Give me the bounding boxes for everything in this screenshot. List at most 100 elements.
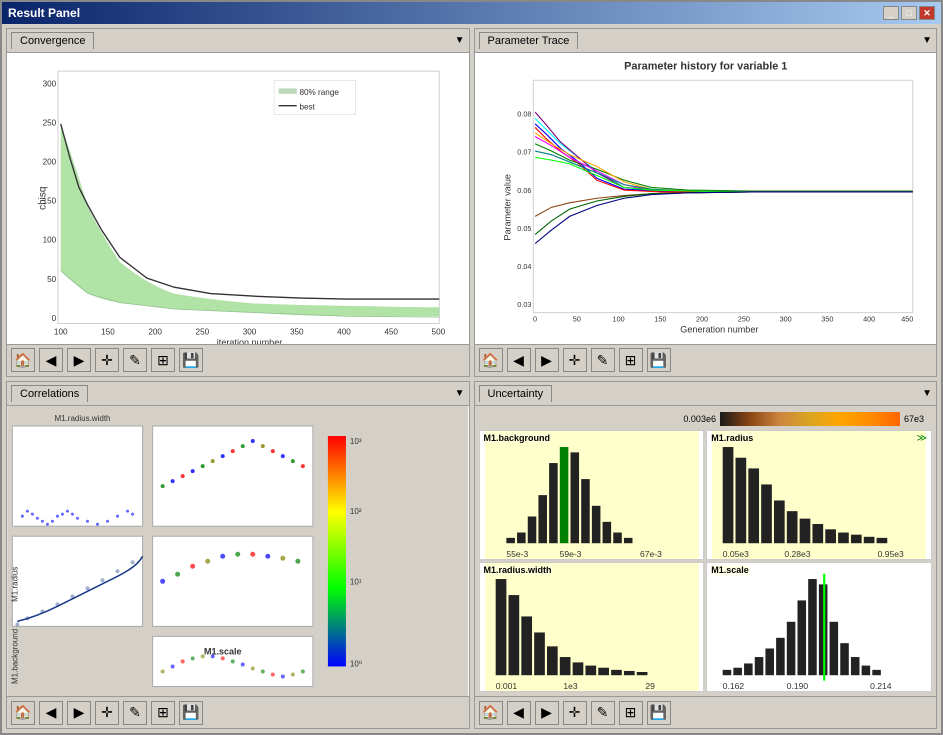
svg-text:0.162: 0.162 — [723, 681, 745, 691]
svg-text:350: 350 — [290, 327, 304, 336]
convergence-toolbar: 🏠 ◀ ▶ ✛ ✎ ⊞ 💾 — [7, 344, 469, 376]
hist-m1-scale-svg: 0.162 0.190 0.214 — [707, 563, 931, 691]
parameter-trace-panel: Parameter Trace ▼ Parameter history for … — [474, 28, 938, 377]
result-panel-window: Result Panel _ □ ✕ Convergence ▼ chisq — [0, 0, 943, 735]
svg-text:10¹: 10¹ — [350, 577, 362, 586]
parameter-trace-forward-button[interactable]: ▶ — [535, 348, 559, 372]
convergence-copy-button[interactable]: ⊞ — [151, 348, 175, 372]
colorbar-min-label: 0.003e6 — [683, 414, 716, 424]
convergence-forward-button[interactable]: ▶ — [67, 348, 91, 372]
svg-text:0.04: 0.04 — [517, 262, 531, 271]
svg-text:M1.radius: M1.radius — [10, 566, 19, 601]
svg-text:200: 200 — [43, 158, 57, 167]
uncertainty-panel-header: Uncertainty ▼ — [475, 382, 937, 406]
correlations-home-button[interactable]: 🏠 — [11, 701, 35, 725]
convergence-move-button[interactable]: ✛ — [95, 348, 119, 372]
close-button[interactable]: ✕ — [919, 6, 935, 20]
convergence-back-button[interactable]: ◀ — [39, 348, 63, 372]
uncertainty-copy-button[interactable]: ⊞ — [619, 701, 643, 725]
correlations-save-button[interactable]: 💾 — [179, 701, 203, 725]
hist-m1-background-svg: 55e-3 59e-3 67e-3 — [480, 431, 704, 559]
colorbar — [720, 412, 900, 426]
svg-text:0.95e3: 0.95e3 — [878, 549, 904, 559]
parameter-trace-copy-button[interactable]: ⊞ — [619, 348, 643, 372]
svg-text:300: 300 — [779, 315, 791, 324]
svg-text:100: 100 — [612, 315, 624, 324]
correlations-copy-button[interactable]: ⊞ — [151, 701, 175, 725]
svg-text:Parameter value: Parameter value — [502, 174, 512, 241]
uncertainty-tab[interactable]: Uncertainty — [479, 385, 553, 402]
parameter-trace-save-button[interactable]: 💾 — [647, 348, 671, 372]
svg-text:67e-3: 67e-3 — [639, 549, 661, 559]
svg-text:0: 0 — [533, 315, 537, 324]
hist-m1-scale-label: M1.scale — [711, 565, 749, 575]
maximize-button[interactable]: □ — [901, 6, 917, 20]
correlations-edit-button[interactable]: ✎ — [123, 701, 147, 725]
parameter-trace-dropdown-arrow[interactable]: ▼ — [922, 35, 932, 46]
svg-text:450: 450 — [384, 327, 398, 336]
window-controls: _ □ ✕ — [883, 6, 935, 20]
svg-text:M1.radius.width: M1.radius.width — [54, 414, 110, 423]
svg-text:0.03: 0.03 — [517, 300, 531, 309]
svg-text:1e3: 1e3 — [563, 681, 578, 691]
histogram-m1-radius-width: M1.radius.width — [479, 562, 705, 692]
correlations-dropdown-arrow[interactable]: ▼ — [455, 388, 465, 399]
parameter-trace-toolbar: 🏠 ◀ ▶ ✛ ✎ ⊞ 💾 — [475, 344, 937, 376]
correlations-back-button[interactable]: ◀ — [39, 701, 63, 725]
correlations-forward-button[interactable]: ▶ — [67, 701, 91, 725]
uncertainty-move-button[interactable]: ✛ — [563, 701, 587, 725]
svg-text:0.28e3: 0.28e3 — [785, 549, 811, 559]
convergence-tab[interactable]: Convergence — [11, 32, 94, 49]
uncertainty-home-button[interactable]: 🏠 — [479, 701, 503, 725]
hist-m1-radius-label: M1.radius — [711, 433, 753, 443]
svg-text:300: 300 — [243, 327, 257, 336]
uncertainty-forward-button[interactable]: ▶ — [535, 701, 559, 725]
uncertainty-save-button[interactable]: 💾 — [647, 701, 671, 725]
uncertainty-toolbar: 🏠 ◀ ▶ ✛ ✎ ⊞ 💾 — [475, 696, 937, 728]
svg-text:M1.background: M1.background — [10, 628, 19, 683]
parameter-trace-back-button[interactable]: ◀ — [507, 348, 531, 372]
svg-text:iteration number: iteration number — [217, 337, 282, 343]
svg-text:0.214: 0.214 — [870, 681, 892, 691]
colorbar-max-label: 67e3 — [904, 414, 924, 424]
hist-m1-radius-width-label: M1.radius.width — [484, 565, 552, 575]
svg-text:10²: 10² — [350, 507, 362, 516]
convergence-dropdown-arrow[interactable]: ▼ — [455, 35, 465, 46]
svg-text:400: 400 — [337, 327, 351, 336]
parameter-trace-tab[interactable]: Parameter Trace — [479, 32, 579, 49]
parameter-trace-move-button[interactable]: ✛ — [563, 348, 587, 372]
svg-text:M1.scale: M1.scale — [204, 646, 242, 656]
histogram-m1-scale: M1.scale — [706, 562, 932, 692]
svg-text:55e-3: 55e-3 — [506, 549, 528, 559]
svg-text:100: 100 — [54, 327, 68, 336]
parameter-trace-home-button[interactable]: 🏠 — [479, 348, 503, 372]
svg-text:0: 0 — [52, 314, 57, 323]
svg-text:50: 50 — [47, 275, 57, 284]
svg-text:80% range: 80% range — [299, 88, 339, 97]
uncertainty-panel: Uncertainty ▼ 0.003e6 67e3 M1.backgroun — [474, 381, 938, 730]
svg-text:0.001: 0.001 — [495, 681, 517, 691]
svg-text:300: 300 — [43, 80, 57, 89]
parameter-trace-edit-button[interactable]: ✎ — [591, 348, 615, 372]
svg-text:Generation number: Generation number — [680, 325, 758, 335]
convergence-home-button[interactable]: 🏠 — [11, 348, 35, 372]
svg-text:500: 500 — [432, 327, 446, 336]
window-title: Result Panel — [8, 6, 80, 20]
uncertainty-back-button[interactable]: ◀ — [507, 701, 531, 725]
uncertainty-dropdown-arrow[interactable]: ▼ — [922, 388, 932, 399]
svg-text:450: 450 — [901, 315, 913, 324]
convergence-panel-header: Convergence ▼ — [7, 29, 469, 53]
correlations-move-button[interactable]: ✛ — [95, 701, 119, 725]
correlations-tab[interactable]: Correlations — [11, 385, 88, 402]
svg-text:10⁰: 10⁰ — [350, 659, 362, 668]
svg-text:0.07: 0.07 — [517, 148, 531, 157]
uncertainty-edit-button[interactable]: ✎ — [591, 701, 615, 725]
convergence-chart-area: chisq 0 50 100 150 200 250 300 100 150 2… — [7, 53, 469, 344]
uncertainty-grid: 0.003e6 67e3 M1.background — [475, 406, 937, 697]
minimize-button[interactable]: _ — [883, 6, 899, 20]
svg-text:0.05: 0.05 — [517, 224, 531, 233]
svg-text:0.05e3: 0.05e3 — [723, 549, 749, 559]
svg-text:29: 29 — [645, 681, 655, 691]
convergence-save-button[interactable]: 💾 — [179, 348, 203, 372]
convergence-edit-button[interactable]: ✎ — [123, 348, 147, 372]
